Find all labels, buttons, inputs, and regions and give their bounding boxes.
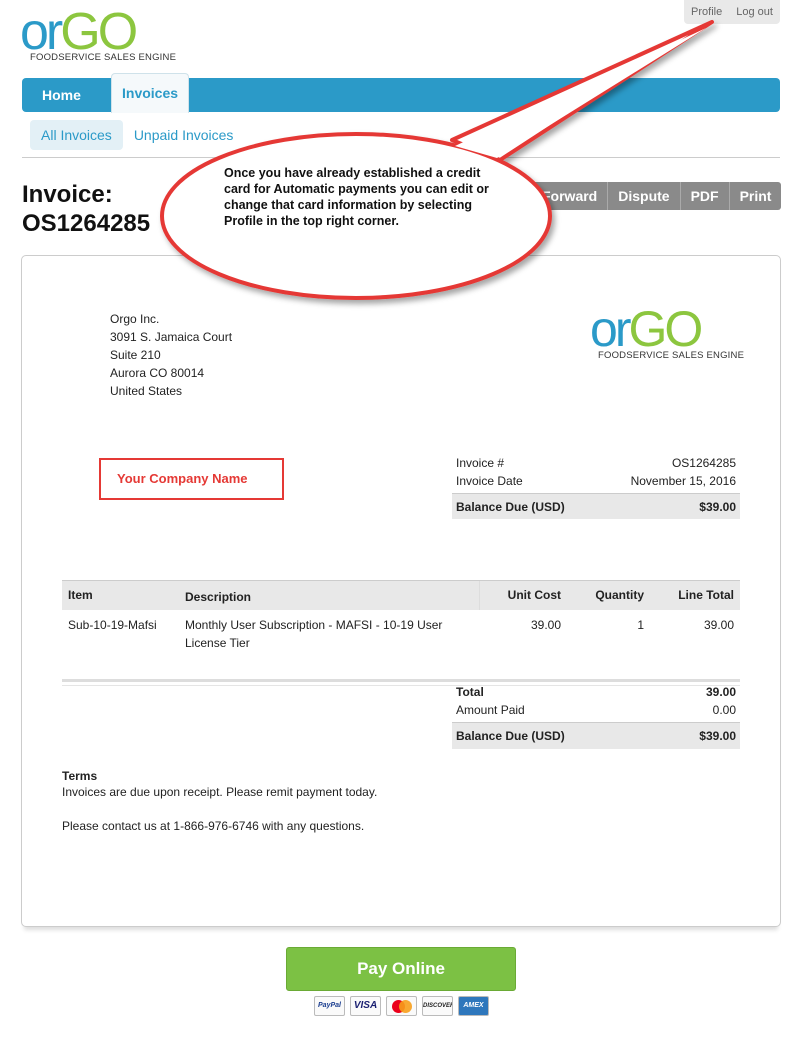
callout-bubble [160,20,714,300]
callout-text: Once you have already established a cred… [224,166,489,228]
